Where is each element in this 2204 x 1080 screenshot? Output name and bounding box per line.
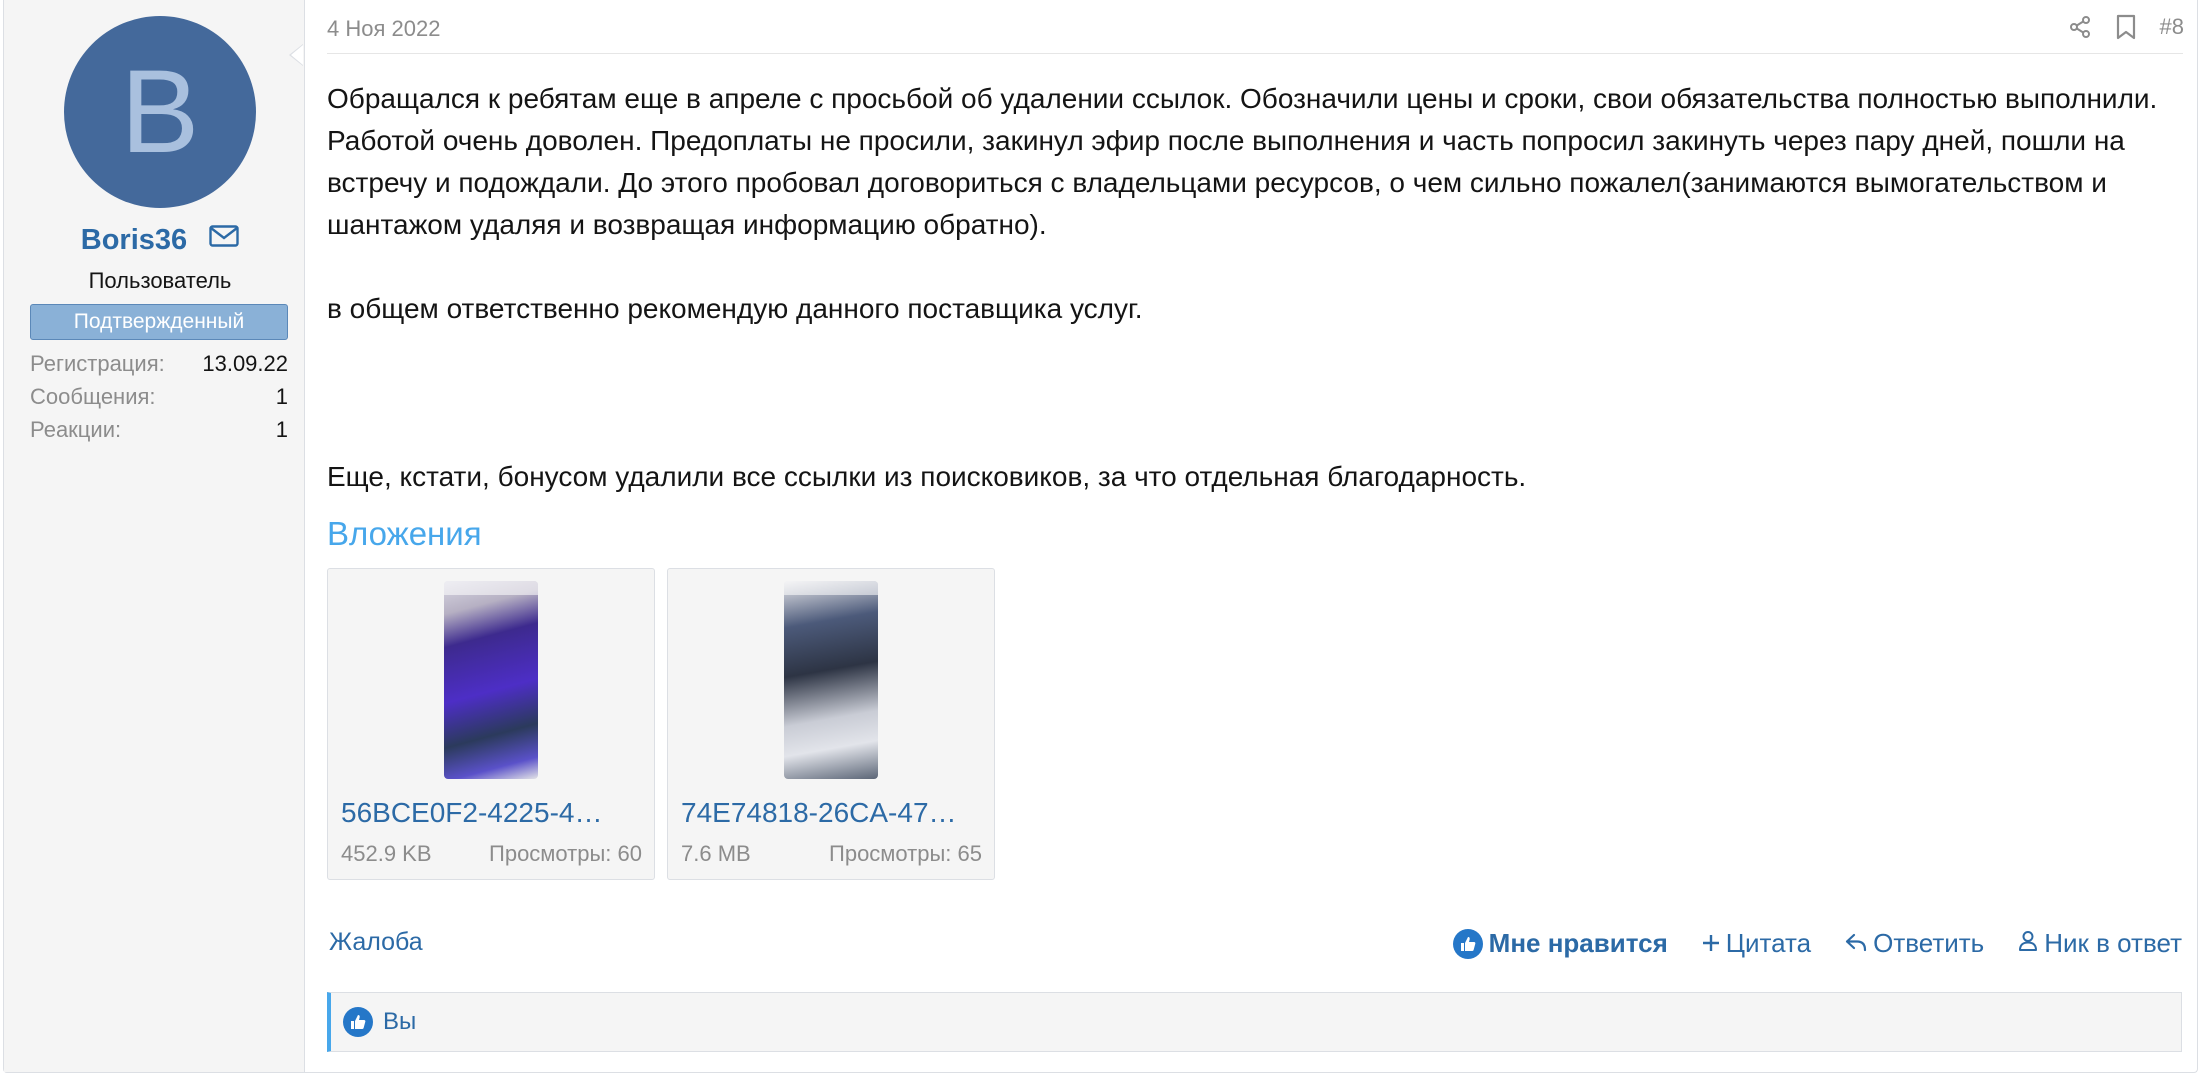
- attachment-size: 7.6 MB: [681, 841, 751, 866]
- thumb-status-bar: [784, 581, 878, 595]
- attachment-meta: 452.9 KB Просмотры: 60: [341, 841, 642, 867]
- thumbs-up-icon: [343, 1007, 373, 1037]
- plus-icon: [1702, 928, 1720, 959]
- reactions-users[interactable]: Вы: [383, 1008, 416, 1036]
- stat-value: 1: [275, 417, 288, 442]
- report-link[interactable]: Жалоба: [329, 928, 423, 957]
- reply-label: Ответить: [1873, 928, 1985, 958]
- sidebar-pointer: [289, 44, 303, 66]
- user-banner: Подтвержденный: [30, 304, 288, 340]
- stat-label: Регистрация:: [30, 351, 165, 376]
- attachment-views: Просмотры: 65: [829, 841, 982, 866]
- message-paragraph: Еще, кстати, бонусом удалили все ссылки …: [327, 461, 1527, 492]
- attachment-meta: 7.6 MB Просмотры: 65: [681, 841, 982, 867]
- reply-button[interactable]: Ответить: [1845, 928, 1984, 959]
- post-header-actions: #8: [2068, 14, 2184, 40]
- attachments-list: 56BCE0F2-4225-4… 452.9 KB Просмотры: 60 …: [327, 568, 995, 880]
- post-date[interactable]: 4 Ноя 2022: [327, 16, 440, 42]
- reactions-bar[interactable]: Вы: [327, 992, 2182, 1052]
- avatar[interactable]: B: [64, 16, 256, 208]
- user-icon: [2018, 928, 2038, 959]
- like-label: Мне нравится: [1488, 928, 1668, 958]
- stat-reactions: Реакции: 1: [30, 416, 288, 449]
- avatar-letter: B: [120, 46, 200, 178]
- message-paragraph: в общем ответственно рекомендую данного …: [327, 293, 1143, 324]
- reply-arrow-icon: [1845, 928, 1867, 959]
- quote-button[interactable]: Цитата: [1702, 928, 1811, 959]
- header-divider: [327, 53, 2183, 54]
- user-title: Пользователь: [88, 268, 232, 293]
- stat-label: Сообщения:: [30, 384, 156, 409]
- like-button[interactable]: Мне нравится: [1452, 928, 1668, 959]
- thumb-status-bar: [444, 581, 538, 595]
- stat-messages: Сообщения: 1: [30, 383, 288, 416]
- attachment-thumbnail[interactable]: [784, 581, 878, 779]
- attachment-name[interactable]: 56BCE0F2-4225-4…: [341, 797, 641, 829]
- attachment-thumbnail[interactable]: [444, 581, 538, 779]
- stat-value: 13.09.22: [202, 351, 288, 376]
- user-stats: Регистрация: 13.09.22 Сообщения: 1 Реакц…: [30, 350, 288, 449]
- stat-value: 1: [275, 384, 288, 409]
- post-actions: Мне нравится Цитата Ответить Ник в ответ: [1452, 928, 2182, 959]
- envelope-icon[interactable]: [209, 222, 239, 255]
- username-link[interactable]: Boris36: [81, 224, 187, 256]
- attachments-heading: Вложения: [327, 515, 482, 552]
- share-icon[interactable]: [2068, 15, 2092, 39]
- post-number[interactable]: #8: [2160, 14, 2184, 40]
- username-row: Boris36: [4, 224, 316, 257]
- stat-registration: Регистрация: 13.09.22: [30, 350, 288, 383]
- message-paragraph: Обращался к ребятам еще в апреле с прось…: [327, 83, 2158, 240]
- attachment-item[interactable]: 74E74818-26CA-47… 7.6 MB Просмотры: 65: [667, 568, 995, 880]
- mention-label: Ник в ответ: [2044, 928, 2182, 958]
- post-message: Обращался к ребятам еще в апреле с прось…: [327, 78, 2177, 498]
- mention-button[interactable]: Ник в ответ: [2018, 928, 2182, 959]
- bookmark-icon[interactable]: [2116, 14, 2136, 40]
- attachment-item[interactable]: 56BCE0F2-4225-4… 452.9 KB Просмотры: 60: [327, 568, 655, 880]
- quote-label: Цитата: [1725, 928, 1812, 958]
- attachment-views: Просмотры: 60: [489, 841, 642, 866]
- thumbs-up-icon: [1452, 928, 1483, 959]
- stat-label: Реакции:: [30, 417, 122, 442]
- user-sidebar: B Boris36 Пользователь Подтвержденный Ре…: [4, 0, 305, 1072]
- attachment-name[interactable]: 74E74818-26CA-47…: [681, 797, 981, 829]
- attachment-size: 452.9 KB: [341, 841, 432, 866]
